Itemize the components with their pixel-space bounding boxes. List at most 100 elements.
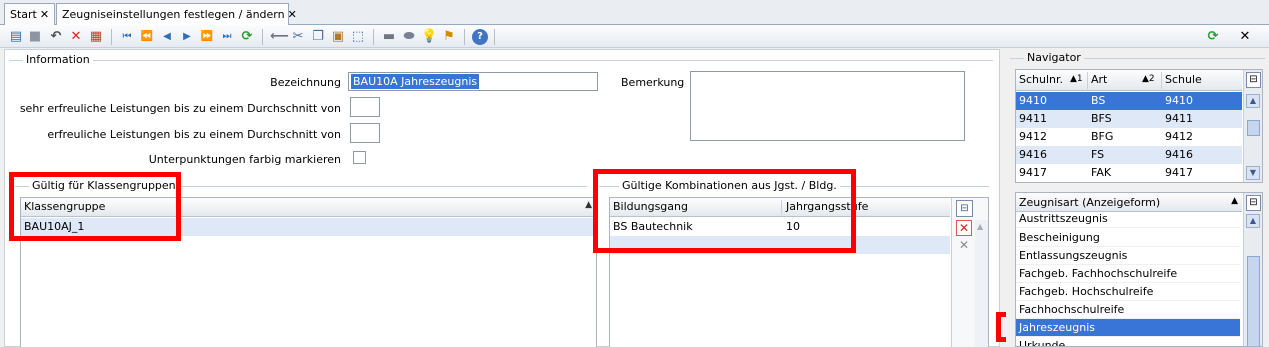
bezeichnung-field[interactable]: BAU10A Jahreszeugnis: [348, 72, 598, 91]
scroll-thumb[interactable]: [1247, 256, 1260, 346]
list-item[interactable]: Fachgeb. Hochschulreife: [1016, 283, 1240, 301]
scroll-up-icon[interactable]: ▲: [1246, 214, 1260, 228]
art-cell: BS: [1091, 94, 1106, 107]
scroll-thumb[interactable]: [1247, 120, 1260, 136]
art-cell: BFG: [1091, 130, 1114, 143]
list-item[interactable]: Urkunde: [1016, 337, 1240, 346]
navigator-row[interactable]: 9416 FS 9416: [1016, 146, 1242, 164]
sehr-erfreulich-input[interactable]: [350, 97, 380, 117]
copy-icon[interactable]: ❐: [310, 29, 326, 45]
help-icon[interactable]: ?: [472, 29, 488, 45]
sort-asc-2-icon: ▲2: [1142, 74, 1155, 84]
last-icon[interactable]: ⏭: [219, 29, 235, 45]
schule-cell: 9411: [1165, 112, 1193, 125]
navigator-row-selected[interactable]: 9410 BS 9410: [1016, 92, 1242, 110]
printer-icon[interactable]: ▬: [381, 29, 397, 45]
zeugnisart-header[interactable]: Zeugnisart (Anzeigeform) ▲: [1016, 193, 1242, 212]
information-group-line: [9, 60, 993, 61]
erfreulich-label: erfreuliche Leistungen bis zu einem Durc…: [47, 128, 341, 141]
toolbar-separator: [464, 29, 465, 45]
close-icon[interactable]: ✕: [40, 8, 49, 21]
refresh-icon[interactable]: ⟳: [239, 29, 255, 45]
back-icon[interactable]: ⟵: [270, 29, 289, 45]
sync-icon[interactable]: ⟳: [1205, 29, 1221, 45]
bemerkung-label: Bemerkung: [621, 76, 685, 89]
tab-start[interactable]: Start ✕: [4, 3, 55, 25]
paste-icon[interactable]: ▣: [330, 29, 346, 45]
bezeichnung-value: BAU10A Jahreszeugnis: [351, 74, 480, 89]
delete-row-icon[interactable]: ✕: [956, 220, 972, 236]
tab-strip: Start ✕ Zeugniseinstellungen festlegen / …: [0, 0, 1269, 25]
navigator-panel: Navigator Schulnr. ▲1 Art ▲2 Schule 9410…: [1006, 49, 1268, 347]
new-icon[interactable]: ▤: [8, 29, 24, 45]
unterpunktungen-checkbox[interactable]: [353, 151, 366, 164]
scroll-up-icon[interactable]: ▲: [1246, 94, 1260, 108]
schule-cell: 9417: [1165, 166, 1193, 179]
schule-column-header[interactable]: Schule: [1162, 71, 1202, 89]
first-icon[interactable]: ⏮: [119, 29, 135, 45]
navigator-row[interactable]: 9412 BFG 9412: [1016, 128, 1242, 146]
zeugnisart-list: Zeugnisart (Anzeigeform) ▲ Austrittszeug…: [1015, 192, 1263, 347]
delete-icon[interactable]: ✕: [68, 29, 84, 45]
toolbar: ▤ ■ ↶ ✕ ▦ ⏮ ⏪ ◀ ▶ ⏩ ⏭ ⟳ ⟵ ✂ ❐ ▣ ⬚ ▬ ⬬ 💡 …: [0, 25, 1269, 48]
scroll-up-icon[interactable]: ▲: [977, 222, 983, 231]
navigator-row[interactable]: 9411 BFS 9411: [1016, 110, 1242, 128]
column-chooser-icon[interactable]: ⊟: [1246, 72, 1261, 88]
sort-asc-1-icon: ▲1: [1070, 74, 1083, 84]
bemerkung-textarea[interactable]: [690, 71, 965, 141]
list-item[interactable]: Austrittszeugnis: [1016, 212, 1240, 228]
bezeichnung-label: Bezeichnung: [270, 76, 341, 89]
zeugnisart-scrollbar[interactable]: ⊟ ▲: [1243, 193, 1262, 346]
information-title: Information: [23, 53, 93, 66]
next-page-icon[interactable]: ⏩: [199, 29, 215, 45]
list-item[interactable]: Fachgeb. Fachhochschulreife: [1016, 265, 1240, 283]
disk-icon[interactable]: ⬬: [401, 29, 417, 45]
art-cell: FS: [1091, 148, 1105, 161]
sort-up-icon[interactable]: ▲: [585, 200, 592, 210]
erfreulich-input[interactable]: [350, 123, 380, 143]
toolbar-separator: [262, 29, 263, 45]
navigator-header[interactable]: Schulnr. ▲1 Art ▲2 Schule: [1016, 70, 1242, 91]
column-chooser-icon[interactable]: ⊟: [1246, 195, 1261, 211]
delete-row-disabled-icon: ✕: [958, 238, 970, 252]
navigator-scrollbar[interactable]: ⊟ ▲ ▼: [1243, 70, 1262, 182]
art-cell: FAK: [1091, 166, 1112, 179]
schulnr-cell: 9416: [1019, 148, 1047, 161]
print-preview-icon[interactable]: ▦: [88, 29, 104, 45]
list-item[interactable]: Bescheinigung: [1016, 229, 1240, 247]
schulnr-cell: 9417: [1019, 166, 1047, 179]
close-icon[interactable]: ✕: [288, 8, 297, 21]
close-window-button[interactable]: ✕: [1237, 29, 1253, 45]
zeugnisart-column-header[interactable]: Zeugnisart (Anzeigeform): [1016, 194, 1160, 212]
schule-cell: 9412: [1165, 130, 1193, 143]
schulnr-cell: 9412: [1019, 130, 1047, 143]
next-icon[interactable]: ▶: [179, 29, 195, 45]
tab-start-label: Start: [10, 8, 37, 21]
prev-icon[interactable]: ◀: [159, 29, 175, 45]
select-all-icon[interactable]: ⬚: [350, 29, 366, 45]
tab-zeugniseinstellungen[interactable]: Zeugniseinstellungen festlegen / ändern ✕: [56, 3, 297, 25]
list-item-selected[interactable]: Jahreszeugnis: [1016, 319, 1240, 337]
schulnr-cell: 9411: [1019, 112, 1047, 125]
broom-icon[interactable]: ⚑: [441, 29, 457, 45]
bulb-icon[interactable]: 💡: [421, 29, 437, 45]
cut-icon[interactable]: ✂: [290, 29, 306, 45]
sort-up-icon[interactable]: ▲: [1231, 196, 1238, 206]
undo-icon[interactable]: ↶: [48, 29, 64, 45]
schule-cell: 9416: [1165, 148, 1193, 161]
column-chooser-icon[interactable]: ⊟: [956, 200, 973, 217]
schulnr-column-header[interactable]: Schulnr.: [1016, 71, 1063, 89]
kombinationen-sidebar: ⊟ ✕ ✕ ▲: [951, 198, 988, 347]
navigator-grid: Schulnr. ▲1 Art ▲2 Schule 9410 BS 9410 9…: [1015, 69, 1263, 183]
prev-page-icon[interactable]: ⏪: [139, 29, 155, 45]
art-column-header[interactable]: Art: [1088, 71, 1107, 89]
scroll-down-icon[interactable]: ▼: [1246, 166, 1260, 180]
list-item[interactable]: Fachhochschulreife: [1016, 301, 1240, 319]
kombinationen-scrollbar[interactable]: ▲: [975, 220, 988, 347]
navigator-row[interactable]: 9417 FAK 9417: [1016, 164, 1242, 182]
schulnr-cell: 9410: [1019, 94, 1047, 107]
art-cell: BFS: [1091, 112, 1112, 125]
list-item[interactable]: Entlassungszeugnis: [1016, 247, 1240, 265]
schule-cell: 9410: [1165, 94, 1193, 107]
save-icon[interactable]: ■: [27, 29, 43, 45]
